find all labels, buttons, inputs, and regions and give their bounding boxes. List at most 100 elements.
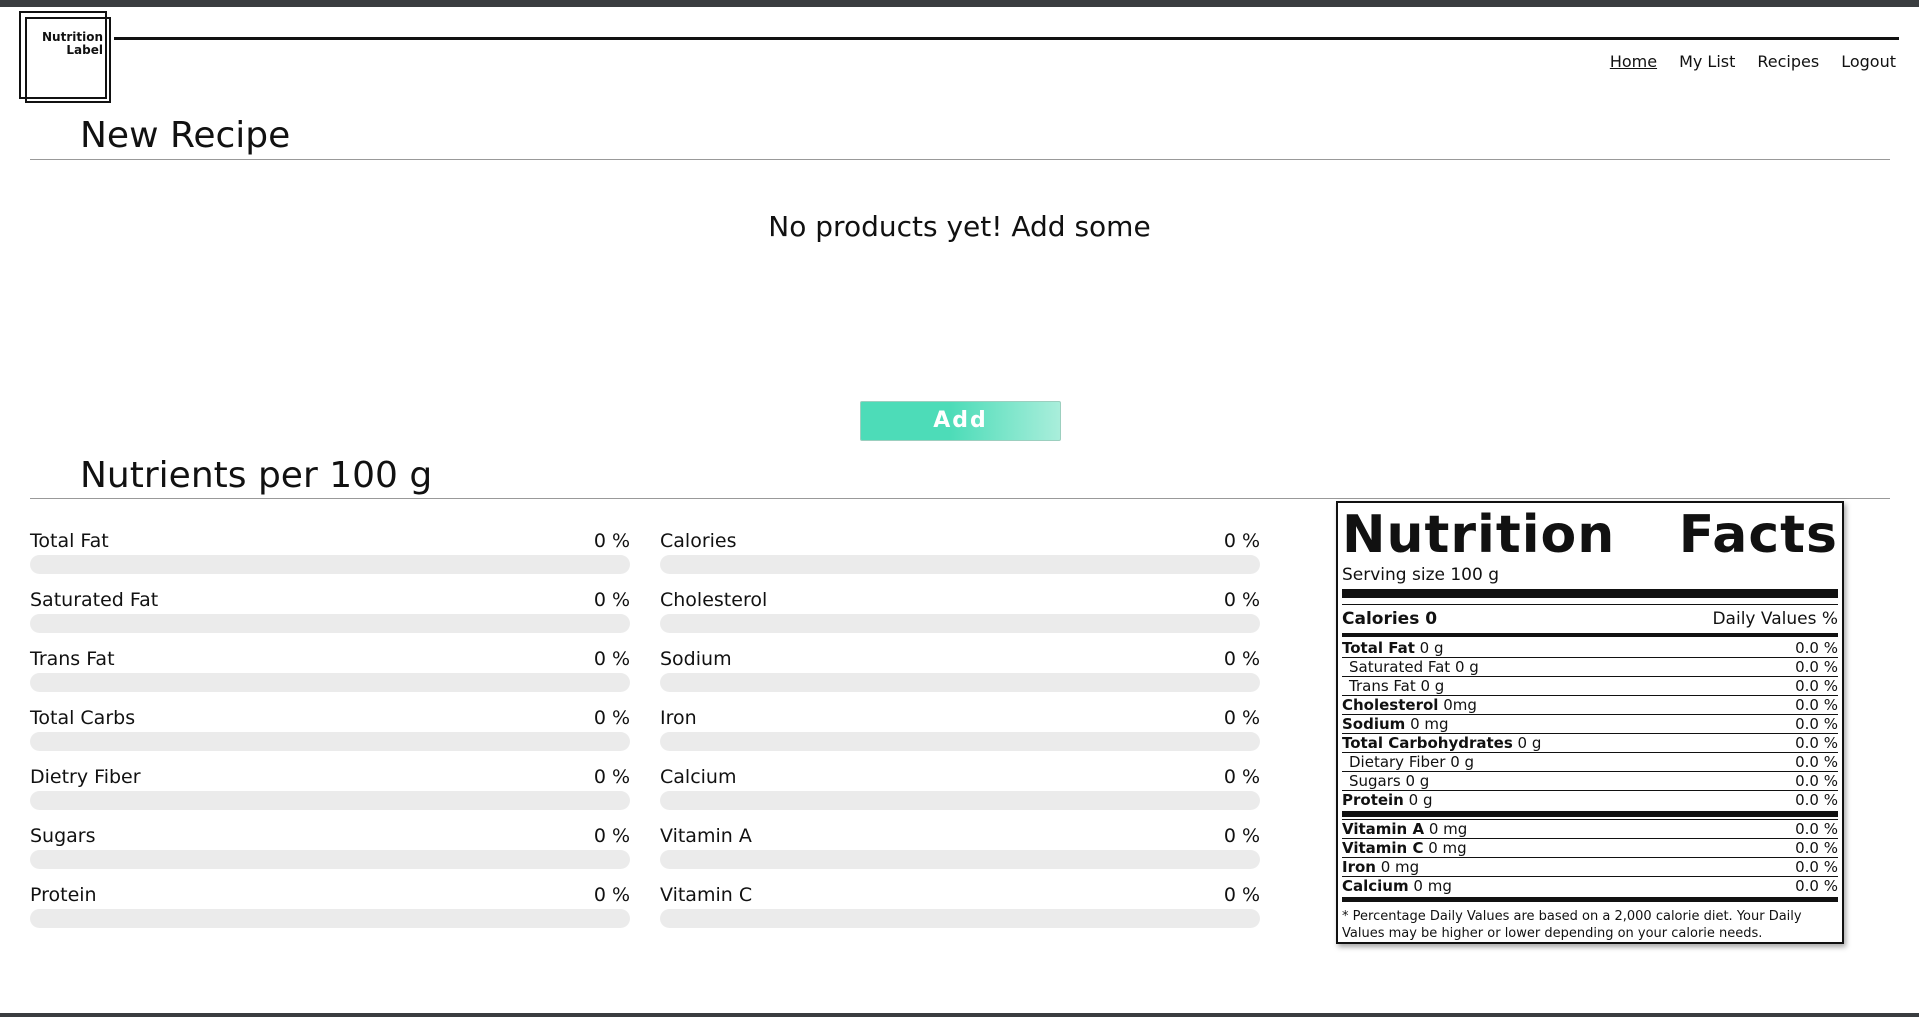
nutrient-sugars: Sugars 0 % [30, 825, 630, 869]
facts-row-name: Trans Fat 0 g [1349, 677, 1445, 695]
facts-row-name: Saturated Fat 0 g [1349, 658, 1479, 676]
facts-row-sodium: Sodium 0 mg 0.0 % [1342, 715, 1838, 734]
nutrient-progress-bar [30, 614, 630, 633]
recipe-title-rule [30, 159, 1890, 160]
nutrient-progress-bar [660, 555, 1260, 574]
nutrient-protein: Protein 0 % [30, 884, 630, 928]
facts-row-vitamin-c: Vitamin C 0 mg 0.0 % [1342, 839, 1838, 858]
facts-row-amount: 0 g [1403, 791, 1433, 809]
logo-text: Nutrition Label [42, 31, 103, 57]
facts-row-percent: 0.0 % [1795, 639, 1838, 657]
nutrient-progress-bar [660, 673, 1260, 692]
medium-divider [1342, 633, 1838, 637]
footer-divider [1342, 897, 1838, 902]
facts-row-dietary-fiber: Dietary Fiber 0 g 0.0 % [1342, 753, 1838, 772]
nutrient-total-carbs: Total Carbs 0 % [30, 707, 630, 751]
nutrient-progress-bar [30, 732, 630, 751]
nutrient-iron: Iron 0 % [660, 707, 1260, 751]
nutrient-vitamin-a: Vitamin A 0 % [660, 825, 1260, 869]
nutrient-total-fat: Total Fat 0 % [30, 530, 630, 574]
facts-row-trans-fat: Trans Fat 0 g 0.0 % [1342, 677, 1838, 696]
nutrient-progress-bar [660, 614, 1260, 633]
nutrient-percent: 0 % [1223, 707, 1260, 729]
nutrient-label: Sodium [660, 648, 732, 670]
facts-row-vitamin-a: Vitamin A 0 mg 0.0 % [1342, 820, 1838, 839]
facts-row-amount: 0mg [1438, 696, 1477, 714]
nav-recipes-link[interactable]: Recipes [1757, 52, 1819, 71]
facts-row-percent: 0.0 % [1795, 839, 1838, 857]
nutrient-percent: 0 % [593, 530, 630, 552]
daily-values-footnote: * Percentage Daily Values are based on a… [1342, 909, 1802, 941]
facts-row-name: Dietary Fiber 0 g [1349, 753, 1475, 771]
facts-row-total-fat: Total Fat 0 g 0.0 % [1342, 639, 1838, 658]
facts-row-name: Total Carbohydrates [1342, 734, 1513, 752]
window-top-bar [0, 0, 1919, 7]
facts-row-amount: 0 mg [1423, 839, 1467, 857]
nutrient-label: Vitamin A [660, 825, 752, 847]
nutrition-facts-title-right: Facts [1678, 505, 1838, 565]
facts-row-saturated-fat: Saturated Fat 0 g 0.0 % [1342, 658, 1838, 677]
nav-logout-link[interactable]: Logout [1841, 52, 1896, 71]
daily-values-label: Daily Values % [1712, 609, 1838, 629]
thick-divider [1342, 589, 1838, 598]
serving-size: Serving size 100 g [1342, 565, 1500, 585]
facts-row-sugars: Sugars 0 g 0.0 % [1342, 772, 1838, 791]
nutrition-facts-title-left: Nutrition [1342, 505, 1616, 565]
facts-row-percent: 0.0 % [1795, 677, 1838, 695]
facts-row-name: Sodium [1342, 715, 1406, 733]
facts-row-percent: 0.0 % [1795, 858, 1838, 876]
nutrient-percent: 0 % [593, 648, 630, 670]
nutrient-percent: 0 % [593, 766, 630, 788]
facts-row-percent: 0.0 % [1795, 734, 1838, 752]
nav-my-list-link[interactable]: My List [1679, 52, 1735, 71]
nutrient-percent: 0 % [1223, 766, 1260, 788]
nutrient-label: Saturated Fat [30, 589, 159, 611]
facts-row-amount: 0 mg [1408, 877, 1452, 895]
nutrient-percent: 0 % [593, 589, 630, 611]
empty-products-message: No products yet! Add some [768, 210, 1151, 243]
window-bottom-bar [0, 1013, 1919, 1017]
nutrient-progress-bar [660, 732, 1260, 751]
facts-row-name: Calcium [1342, 877, 1409, 895]
facts-row-amount: 0 mg [1375, 858, 1420, 876]
nutrient-label: Dietry Fiber [30, 766, 141, 788]
nav-home-link[interactable]: Home [1610, 52, 1657, 71]
logo-text-line2: Label [66, 43, 103, 57]
facts-row-percent: 0.0 % [1795, 753, 1838, 771]
nutrient-percent: 0 % [1223, 648, 1260, 670]
facts-row-name: Total Fat [1342, 639, 1415, 657]
calories-row: Calories 0 Daily Values % [1342, 605, 1838, 631]
nutrient-label: Iron [660, 707, 697, 729]
facts-row-name: Iron [1342, 858, 1376, 876]
main-nav: Home My List Recipes Logout [1588, 52, 1896, 71]
calories-label: Calories 0 [1342, 609, 1438, 629]
facts-row-amount: 0 g [1512, 734, 1542, 752]
recipe-title: New Recipe [80, 115, 291, 156]
facts-row-name: Cholesterol [1342, 696, 1439, 714]
facts-row-total-carbohydrates: Total Carbohydrates 0 g 0.0 % [1342, 734, 1838, 753]
nutrient-cholesterol: Cholesterol 0 % [660, 589, 1260, 633]
thick-divider-vitamins [1342, 811, 1838, 817]
nutrient-label: Cholesterol [660, 589, 768, 611]
facts-row-percent: 0.0 % [1795, 877, 1838, 895]
nutrient-label: Total Fat [30, 530, 109, 552]
nutrient-sodium: Sodium 0 % [660, 648, 1260, 692]
facts-row-name: Sugars 0 g [1349, 772, 1430, 790]
nutrients-title-rule [30, 498, 1890, 499]
logo[interactable]: Nutrition Label [19, 11, 111, 103]
nutrient-label: Calories [660, 530, 737, 552]
facts-row-protein: Protein 0 g 0.0 % [1342, 791, 1838, 810]
nutrient-calories: Calories 0 % [660, 530, 1260, 574]
nutrient-percent: 0 % [593, 825, 630, 847]
facts-row-iron: Iron 0 mg 0.0 % [1342, 858, 1838, 877]
nutrient-percent: 0 % [1223, 884, 1260, 906]
nutrient-progress-bar [30, 791, 630, 810]
facts-row-calcium: Calcium 0 mg 0.0 % [1342, 877, 1838, 896]
nutrient-saturated-fat: Saturated Fat 0 % [30, 589, 630, 633]
add-button[interactable]: Add [860, 401, 1061, 441]
nutrition-facts-title: Nutrition Facts [1342, 505, 1838, 565]
facts-row-percent: 0.0 % [1795, 820, 1838, 838]
nutrients-title: Nutrients per 100 g [80, 455, 433, 496]
nutrient-progress-bar [660, 850, 1260, 869]
nutrient-percent: 0 % [1223, 530, 1260, 552]
